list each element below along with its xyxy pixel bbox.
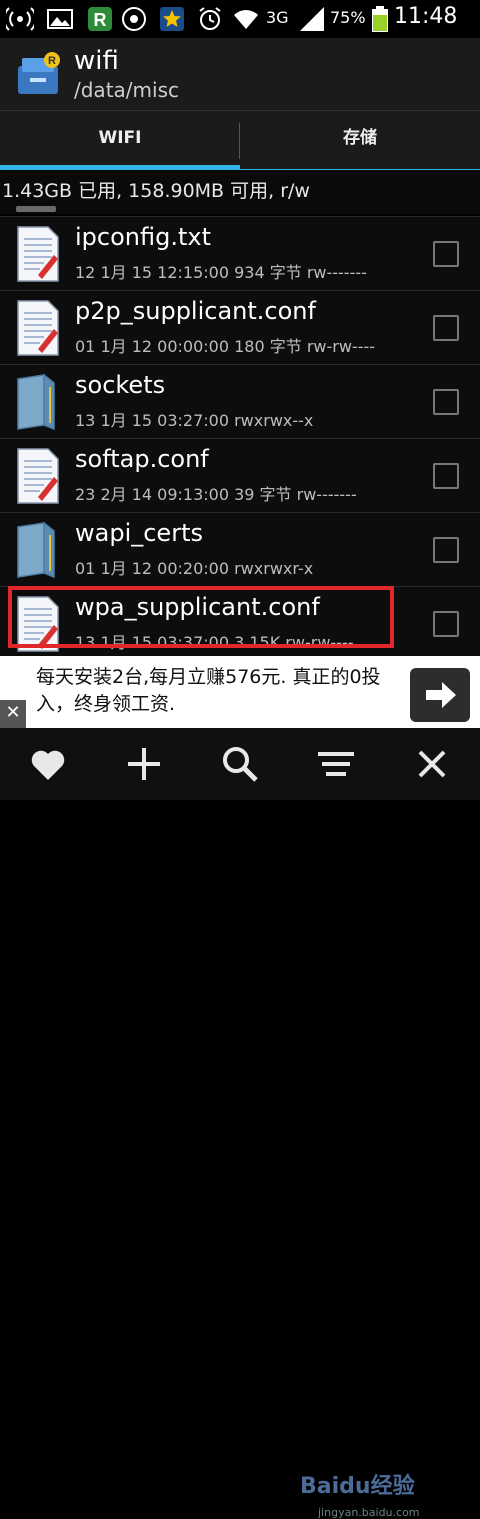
file-meta: 13 1月 15 03:37:00 3.15K rw-rw----: [75, 633, 354, 652]
alarm-icon: [199, 7, 221, 30]
file-name: softap.conf: [75, 445, 209, 473]
file-row-wpa-supplicant[interactable]: wpa_supplicant.conf 13 1月 15 03:37:00 3.…: [0, 586, 480, 660]
tab-bar: WIFI 存储: [0, 110, 480, 171]
file-row-p2p-supplicant[interactable]: p2p_supplicant.conf 01 1月 12 00:00:00 18…: [0, 290, 480, 364]
sort-icon[interactable]: [312, 740, 360, 788]
tab-storage[interactable]: 存储: [240, 111, 480, 171]
clock: 11:48: [394, 4, 458, 29]
r-app-icon: R: [88, 7, 112, 31]
file-meta: 23 2月 14 09:13:00 39 字节 rw-------: [75, 485, 357, 504]
file-name: wapi_certs: [75, 519, 203, 547]
svg-text:R: R: [48, 55, 56, 67]
text-file-icon: [17, 448, 59, 504]
battery-icon: [372, 6, 388, 32]
status-bar: R 3G 75% 11:48: [0, 0, 480, 38]
root-explorer-icon[interactable]: R: [14, 50, 62, 98]
file-meta: 13 1月 15 03:27:00 rwxrwx--x: [75, 411, 314, 430]
file-name: wpa_supplicant.conf: [75, 593, 320, 621]
wifi-hotspot-icon: [6, 7, 34, 31]
ad-text: 每天安装2台,每月立赚576元. 真正的0投入，终身领工资.: [36, 666, 381, 715]
svg-text:R: R: [94, 10, 107, 30]
text-file-icon: [17, 300, 59, 356]
gallery-icon: [47, 9, 73, 29]
file-list: ipconfig.txt 12 1月 15 12:15:00 934 字节 rw…: [0, 216, 480, 660]
wifi-signal-icon: [234, 10, 258, 29]
app-header: R wifi /data/misc: [0, 38, 480, 110]
ad-close-button[interactable]: ✕: [0, 700, 26, 728]
storage-usage-bar: [16, 206, 56, 212]
ad-go-button[interactable]: [410, 668, 470, 722]
file-row-ipconfig[interactable]: ipconfig.txt 12 1月 15 12:15:00 934 字节 rw…: [0, 216, 480, 290]
file-row-softap[interactable]: softap.conf 23 2月 14 09:13:00 39 字节 rw--…: [0, 438, 480, 512]
tab-wifi[interactable]: WIFI: [0, 111, 240, 171]
text-file-icon: [17, 596, 59, 652]
bottom-toolbar: Baidu经验 jingyan.baidu.com: [0, 728, 480, 1519]
folder-icon: [17, 373, 55, 431]
arrow-right-icon: [426, 682, 456, 708]
file-name: sockets: [75, 371, 166, 399]
storage-text: 1.43GB 已用, 158.90MB 可用, r/w: [2, 180, 310, 202]
file-row-sockets[interactable]: sockets 13 1月 15 03:27:00 rwxrwx--x: [0, 364, 480, 438]
battery-percent: 75%: [330, 8, 366, 27]
file-name: p2p_supplicant.conf: [75, 297, 316, 325]
cell-signal-icon: [300, 7, 324, 31]
select-checkbox[interactable]: [433, 611, 459, 637]
file-meta: 01 1月 12 00:00:00 180 字节 rw-rw----: [75, 337, 376, 356]
file-meta: 12 1月 15 12:15:00 934 字节 rw-------: [75, 263, 367, 282]
folder-title: wifi: [74, 46, 119, 76]
select-checkbox[interactable]: [433, 315, 459, 341]
file-row-wapi-certs[interactable]: wapi_certs 01 1月 12 00:20:00 rwxrwxr-x: [0, 512, 480, 586]
search-icon[interactable]: [216, 740, 264, 788]
plus-icon[interactable]: [120, 740, 168, 788]
file-meta: 01 1月 12 00:20:00 rwxrwxr-x: [75, 559, 314, 578]
ad-banner[interactable]: 每天安装2台,每月立赚576元. 真正的0投入，终身领工资. ✕: [0, 656, 480, 728]
text-file-icon: [17, 226, 59, 282]
storage-info: 1.43GB 已用, 158.90MB 可用, r/w: [0, 170, 480, 214]
select-checkbox[interactable]: [433, 537, 459, 563]
folder-icon: [17, 521, 55, 579]
disc-icon: [122, 7, 146, 31]
select-checkbox[interactable]: [433, 389, 459, 415]
close-icon[interactable]: [408, 740, 456, 788]
file-name: ipconfig.txt: [75, 223, 211, 251]
heart-icon[interactable]: [24, 740, 72, 788]
watermark-url: jingyan.baidu.com: [318, 1506, 420, 1519]
folder-path: /data/misc: [74, 78, 179, 102]
watermark: Baidu经验: [300, 1474, 415, 1499]
star-badge-icon: [160, 7, 184, 31]
network-type: 3G: [266, 8, 289, 27]
select-checkbox[interactable]: [433, 463, 459, 489]
select-checkbox[interactable]: [433, 241, 459, 267]
